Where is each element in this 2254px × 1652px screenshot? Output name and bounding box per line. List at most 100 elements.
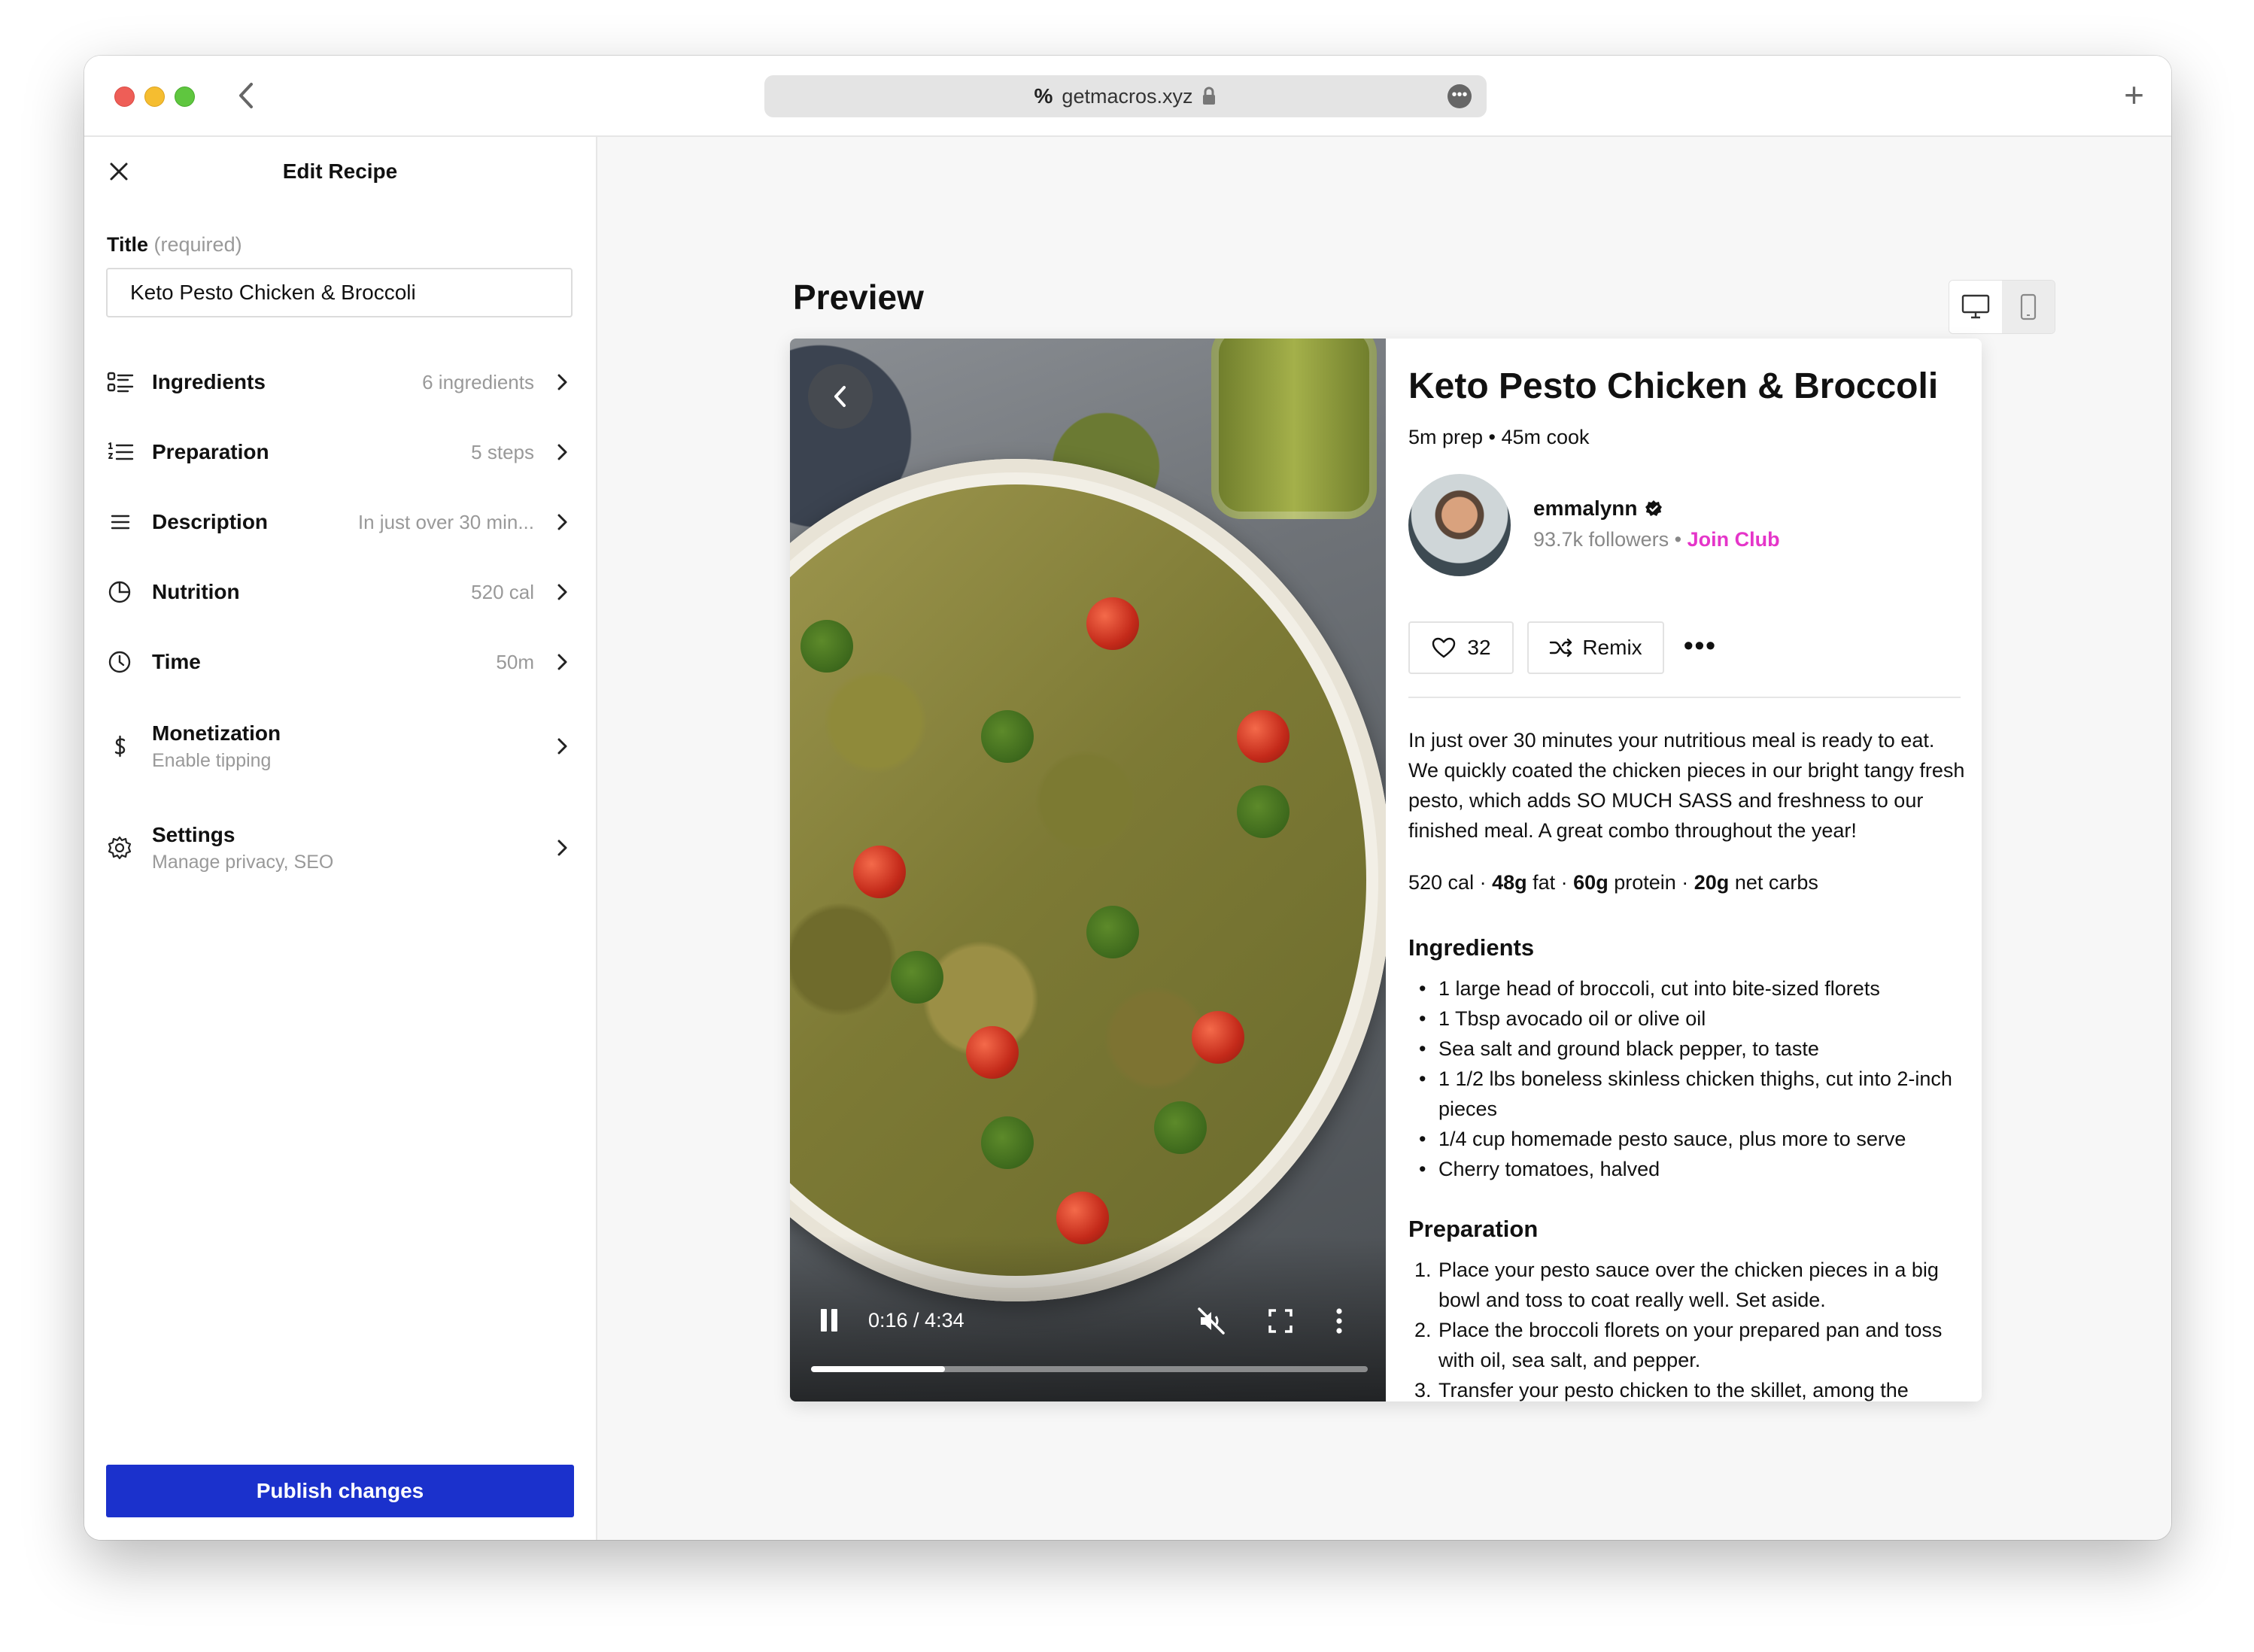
sidebar-item-ingredients[interactable]: Ingredients 6 ingredients [107,352,573,412]
broccoli-shape [981,710,1034,763]
list-item: 1/4 cup homemade pesto sauce, plus more … [1408,1124,1965,1154]
meta-separator: • [1674,528,1682,551]
site-favicon-icon: % [1034,84,1053,108]
avatar[interactable] [1408,474,1511,576]
sidebar-item-value: 6 ingredients [422,370,534,393]
recipe-video[interactable]: 0:16 / 4:34 [790,339,1386,1401]
skillet-image [790,459,1386,1301]
sidebar-title: Edit Recipe [282,159,398,183]
preview-pane: Preview 0:16 / 4:34 Keto Pesto Chicken &… [597,137,2171,1540]
edit-sidebar: Edit Recipe Title (required) Ingredients… [84,137,597,1540]
publish-button[interactable]: Publish changes [106,1465,574,1517]
join-club-link[interactable]: Join Club [1687,528,1780,551]
macro-separator: · [1555,871,1574,894]
sidebar-item-label: Settings [152,822,235,846]
broccoli-shape [981,1116,1034,1169]
gear-icon [107,833,152,863]
sidebar-item-description[interactable]: Description In just over 30 min... [107,492,573,552]
sidebar-item-label: Description [152,510,269,533]
chevron-right-icon [551,369,573,396]
sidebar-item-value: 50m [496,650,534,673]
new-tab-icon[interactable]: + [2124,74,2144,116]
step-number: 3. [1414,1379,1432,1401]
sidebar-item-label: Monetization [152,721,281,745]
macro-carbs-label: net carbs [1734,871,1818,894]
broccoli-shape [800,620,853,673]
pause-icon[interactable] [819,1307,840,1333]
shuffle-icon [1550,638,1572,657]
ingredients-heading: Ingredients [1408,934,1535,961]
desktop-view-icon[interactable] [1949,281,2002,333]
ingredients-list: 1 large head of broccoli, cut into bite-… [1408,973,1965,1184]
preparation-list: 1. Place your pesto sauce over the chicke… [1408,1255,1965,1401]
remix-button[interactable]: Remix [1527,621,1664,674]
tomato-shape [1086,597,1139,650]
sidebar-item-sublabel: Manage privacy, SEO [152,851,334,873]
maximize-window-button[interactable] [175,87,195,107]
macro-fat-label: fat [1533,871,1556,894]
heart-icon [1432,637,1456,658]
video-more-icon[interactable] [1332,1306,1347,1336]
more-options-icon[interactable]: ••• [1684,632,1720,659]
step-number: 1. [1414,1259,1432,1281]
macro-protein-value: 60g [1573,871,1608,894]
tomato-shape [1237,710,1290,763]
title-input[interactable] [106,268,573,317]
verified-badge-icon [1645,500,1662,516]
chevron-right-icon [551,439,573,466]
author-username: emmalynn [1533,497,1638,520]
broccoli-shape [1086,906,1139,958]
pesto-jar-image [1211,339,1377,519]
fullscreen-icon[interactable] [1267,1307,1294,1335]
chevron-right-icon [551,579,573,606]
mute-icon[interactable] [1196,1306,1226,1336]
like-count: 32 [1467,636,1491,659]
url-bar[interactable]: % getmacros.xyz ••• [764,75,1487,117]
minimize-window-button[interactable] [144,87,165,107]
step-number: 2. [1414,1319,1432,1341]
pie-chart-icon [107,577,152,607]
video-progress-bar[interactable] [811,1366,1368,1372]
menu-lines-icon [107,507,152,537]
food-image [790,484,1366,1276]
list-item: Cherry tomatoes, halved [1408,1154,1965,1184]
video-timecode: 0:16 / 4:34 [868,1309,964,1332]
recipe-title: Keto Pesto Chicken & Broccoli [1408,366,1939,406]
title-field-label: Title (required) [107,233,242,257]
url-text: getmacros.xyz [1062,84,1193,108]
mobile-view-icon[interactable] [2002,281,2055,333]
macro-protein-label: protein [1614,871,1676,894]
close-window-button[interactable] [114,87,135,107]
macro-carbs-value: 20g [1694,871,1730,894]
sidebar-item-settings[interactable]: Settings Manage privacy, SEO [107,814,573,882]
clock-icon [107,647,152,677]
chevron-right-icon [551,834,573,861]
video-back-button[interactable] [808,364,873,429]
list-item: 1 Tbsp avocado oil or olive oil [1408,1004,1965,1034]
list-item: Sea salt and ground black pepper, to tas… [1408,1034,1965,1064]
sidebar-item-nutrition[interactable]: Nutrition 520 cal [107,562,573,622]
chevron-right-icon [551,733,573,760]
list-icon [107,367,152,397]
url-more-icon[interactable]: ••• [1447,84,1472,108]
browser-window: % getmacros.xyz ••• + Edit Recipe Title … [84,56,2171,1540]
step-text: Transfer your pesto chicken to the skill… [1438,1379,1909,1401]
list-item: 1. Place your pesto sauce over the chicke… [1408,1255,1965,1315]
like-button[interactable]: 32 [1408,621,1514,674]
sidebar-item-value: 520 cal [471,580,534,603]
macro-separator: · [1474,871,1493,894]
sidebar-item-sublabel: Enable tipping [152,749,272,771]
author-name[interactable]: emmalynn [1533,497,1663,521]
author-meta: 93.7k followers • Join Club [1533,528,1780,551]
browser-back-icon[interactable] [232,78,262,113]
broccoli-shape [1154,1101,1207,1154]
video-controls: 0:16 / 4:34 [790,1298,1386,1344]
chevron-right-icon [551,648,573,676]
remix-label: Remix [1582,636,1642,659]
numbered-list-icon [107,437,152,467]
sidebar-item-value: 5 steps [471,440,534,463]
required-hint: (required) [153,233,242,256]
sidebar-item-monetization[interactable]: Monetization Enable tipping [107,712,573,780]
sidebar-item-preparation[interactable]: Preparation 5 steps [107,422,573,482]
sidebar-item-time[interactable]: Time 50m [107,632,573,692]
